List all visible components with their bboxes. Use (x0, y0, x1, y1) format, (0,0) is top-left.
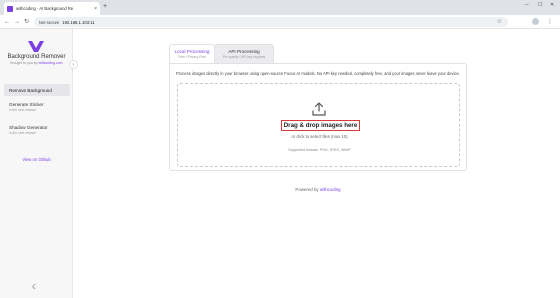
select-files-hint: or click to select files (max 10) (291, 134, 348, 139)
address-bar: ← → ↻ Not secure 192.168.1.103:11 ☆ ⋮ (0, 15, 560, 29)
footer-link[interactable]: withcoding (320, 187, 341, 192)
star-icon[interactable]: ☆ (497, 18, 502, 25)
theme-toggle-icon[interactable]: ☾ (32, 283, 38, 291)
url-text: 192.168.1.103:11 (62, 19, 95, 25)
close-icon[interactable]: × (94, 6, 97, 12)
browser-tab-strip: withcoding - AI Background Re × + ─ ☐ ✕ (0, 0, 560, 15)
not-secure-label: Not secure (39, 19, 60, 25)
tab-subtitle: Pro quality / API key required (222, 55, 266, 59)
drop-title: Drag & drop images here (281, 120, 360, 131)
tab-title: API Processing (228, 49, 260, 54)
brand-link[interactable]: withcoding.com (38, 61, 62, 65)
maximize-icon[interactable]: ☐ (538, 2, 542, 8)
sidebar-item-label: Remove Background (9, 87, 52, 93)
logo-icon (28, 41, 44, 52)
tab-title: Local Processing (174, 49, 210, 54)
minimize-icon[interactable]: ─ (525, 2, 529, 8)
upload-icon (312, 102, 326, 116)
processing-tabs: Local Processing Free / Privacy First AP… (169, 44, 274, 63)
upload-dropzone[interactable]: Drag & drop images here or click to sele… (177, 83, 460, 167)
sidebar: Background Remover brought to you by wit… (0, 29, 73, 298)
browser-tab[interactable]: withcoding - AI Background Re × (4, 2, 100, 15)
sidebar-item-shadow-generator[interactable]: Shadow Generator (9, 125, 48, 130)
plus-icon[interactable]: + (103, 3, 107, 11)
brand-title: Background Remover (7, 54, 66, 60)
url-input[interactable]: Not secure 192.168.1.103:11 ☆ (34, 17, 508, 27)
menu-icon[interactable]: ⋮ (547, 18, 553, 26)
window-close-icon[interactable]: ✕ (550, 2, 554, 8)
sidebar-item-generate-sticker[interactable]: Generate Sticker (9, 102, 43, 107)
tab-api-processing[interactable]: API Processing Pro quality / API key req… (214, 44, 274, 63)
tab-subtitle: Free / Privacy First (178, 55, 206, 59)
forward-icon[interactable]: → (14, 18, 20, 26)
chevron-left-icon: ‹ (72, 61, 75, 68)
github-link[interactable]: View on Github (0, 157, 73, 162)
sidebar-item-remove-background[interactable]: Remove Background (4, 84, 70, 96)
collapse-sidebar-button[interactable]: ‹ (69, 60, 78, 69)
brand-subtitle: brought to you by withcoding.com (10, 61, 63, 65)
back-icon[interactable]: ← (4, 18, 10, 26)
extension-icon[interactable] (532, 18, 539, 25)
tab-title: withcoding - AI Background Re (16, 6, 74, 11)
footer-powered-by: Powered by withcoding (295, 187, 341, 192)
processing-panel: Process images directly in your browser … (169, 63, 467, 171)
favicon-icon (7, 5, 13, 12)
supported-formats: Supported formats: PNG, JPEG, WebP (288, 148, 351, 152)
sidebar-item-note: in the next release (9, 108, 36, 112)
reload-icon[interactable]: ↻ (24, 18, 29, 26)
tab-local-processing[interactable]: Local Processing Free / Privacy First (169, 44, 215, 63)
description-text: Process images directly in your browser … (176, 71, 460, 76)
sidebar-item-note: in the next release (9, 131, 36, 135)
